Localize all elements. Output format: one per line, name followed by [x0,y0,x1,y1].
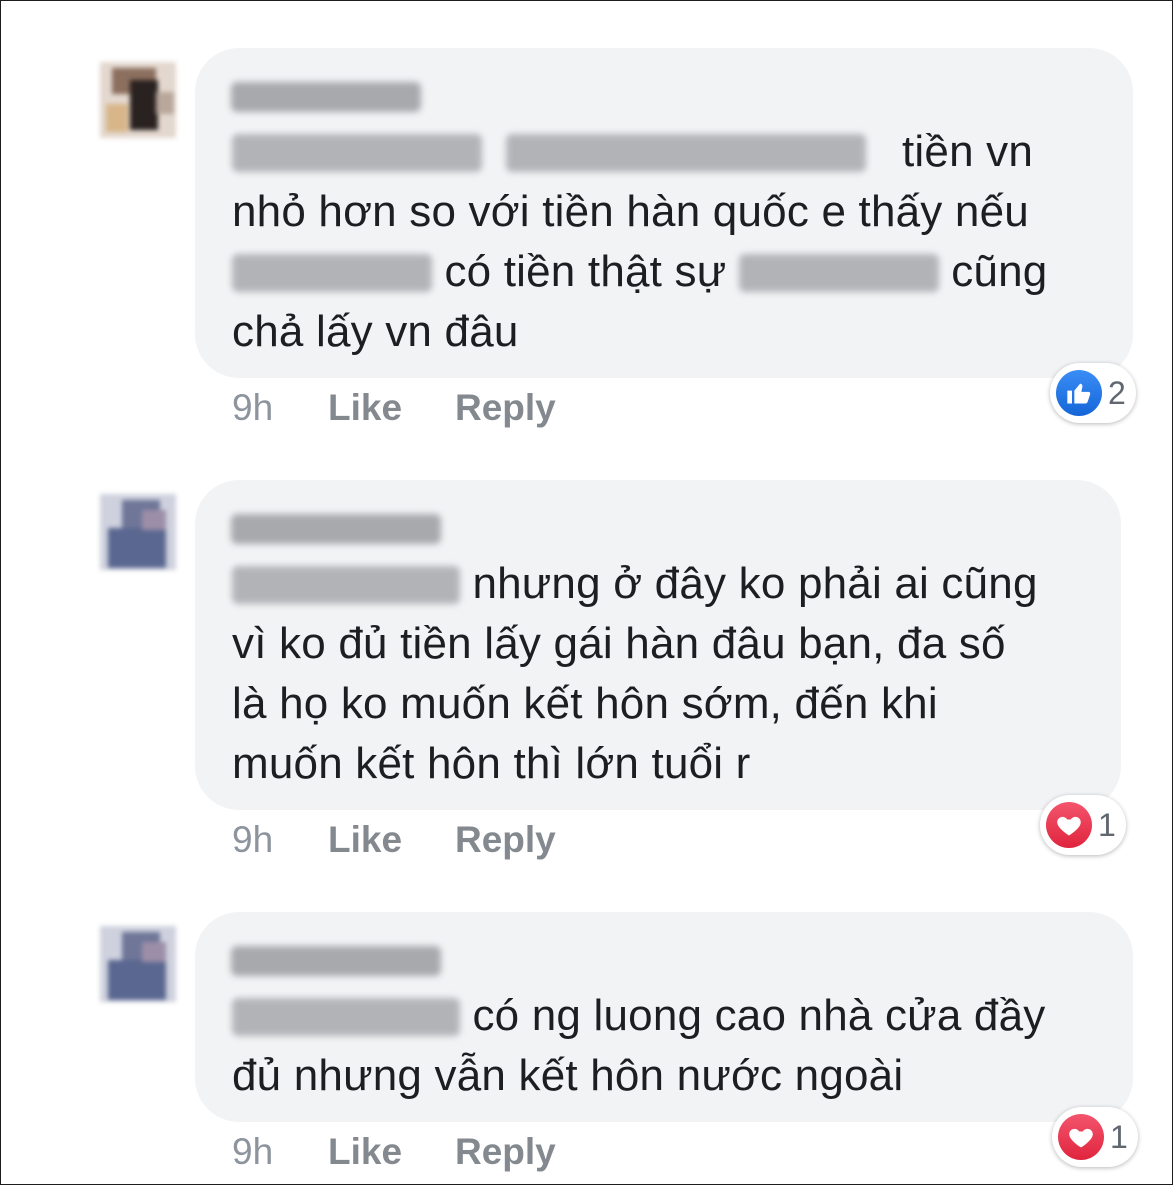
redacted-text [232,254,432,292]
text-segment: đủ nhưng vẫn kết hôn nước ngoài [232,1051,904,1100]
comment-actions: 9h Like Reply [232,378,556,438]
like-button[interactable]: Like [328,810,455,870]
reaction-summary[interactable]: 1 [1052,1107,1138,1167]
timestamp[interactable]: 9h [232,1122,328,1182]
author-name-redacted[interactable] [231,946,441,976]
reaction-count: 1 [1098,806,1116,843]
reply-button[interactable]: Reply [455,810,556,870]
reply-button[interactable]: Reply [455,378,556,438]
avatar[interactable] [100,62,176,138]
text-segment: nhưng ở đây ko phải ai cũng [472,559,1038,608]
reply-button[interactable]: Reply [455,1122,556,1182]
like-button[interactable]: Like [328,1122,455,1182]
comment-text: nhưng ở đây ko phải ai cũng vì ko đủ tiề… [232,554,1091,794]
text-segment: có tiền thật sự [444,247,727,296]
comment-text: tiền vn nhỏ hơn so với tiền hàn quốc e t… [232,122,1103,362]
redacted-text [506,134,866,172]
text-segment: là họ ko muốn kết hôn sớm, đến khi [232,679,938,728]
like-button[interactable]: Like [328,378,455,438]
avatar[interactable] [100,926,176,1002]
avatar[interactable] [100,494,176,570]
text-segment: nhỏ hơn so với tiền hàn quốc e thấy nếu [232,187,1029,236]
comment-actions: 9h Like Reply [232,810,556,870]
redacted-mention [232,566,460,604]
author-name-redacted[interactable] [231,82,421,112]
thumbs-up-icon [1056,370,1102,416]
text-segment: tiền vn [902,127,1034,176]
text-segment: cũng [951,247,1048,296]
author-name-redacted[interactable] [231,514,441,544]
heart-icon [1058,1114,1104,1160]
heart-icon [1046,802,1092,848]
comment-actions: 9h Like Reply [232,1122,556,1182]
reaction-count: 1 [1110,1118,1128,1155]
comment-bubble: nhưng ở đây ko phải ai cũng vì ko đủ tiề… [195,480,1121,810]
text-segment: chả lấy vn đâu [232,307,519,356]
reaction-count: 2 [1108,374,1126,411]
text-segment: vì ko đủ tiền lấy gái hàn đâu bạn, đa số [232,619,1006,668]
redacted-mention [232,134,482,172]
timestamp[interactable]: 9h [232,378,328,438]
timestamp[interactable]: 9h [232,810,328,870]
reaction-summary[interactable]: 1 [1040,795,1126,855]
reaction-summary[interactable]: 2 [1050,363,1136,423]
text-segment: muốn kết hôn thì lớn tuổi r [232,739,751,788]
redacted-mention [232,998,460,1036]
text-segment: có ng luong cao nhà cửa đầy [472,991,1046,1040]
comment-text: có ng luong cao nhà cửa đầy đủ nhưng vẫn… [232,986,1103,1106]
comment-bubble: có ng luong cao nhà cửa đầy đủ nhưng vẫn… [195,912,1133,1122]
comment-bubble: tiền vn nhỏ hơn so với tiền hàn quốc e t… [195,48,1133,378]
redacted-text [738,254,939,292]
